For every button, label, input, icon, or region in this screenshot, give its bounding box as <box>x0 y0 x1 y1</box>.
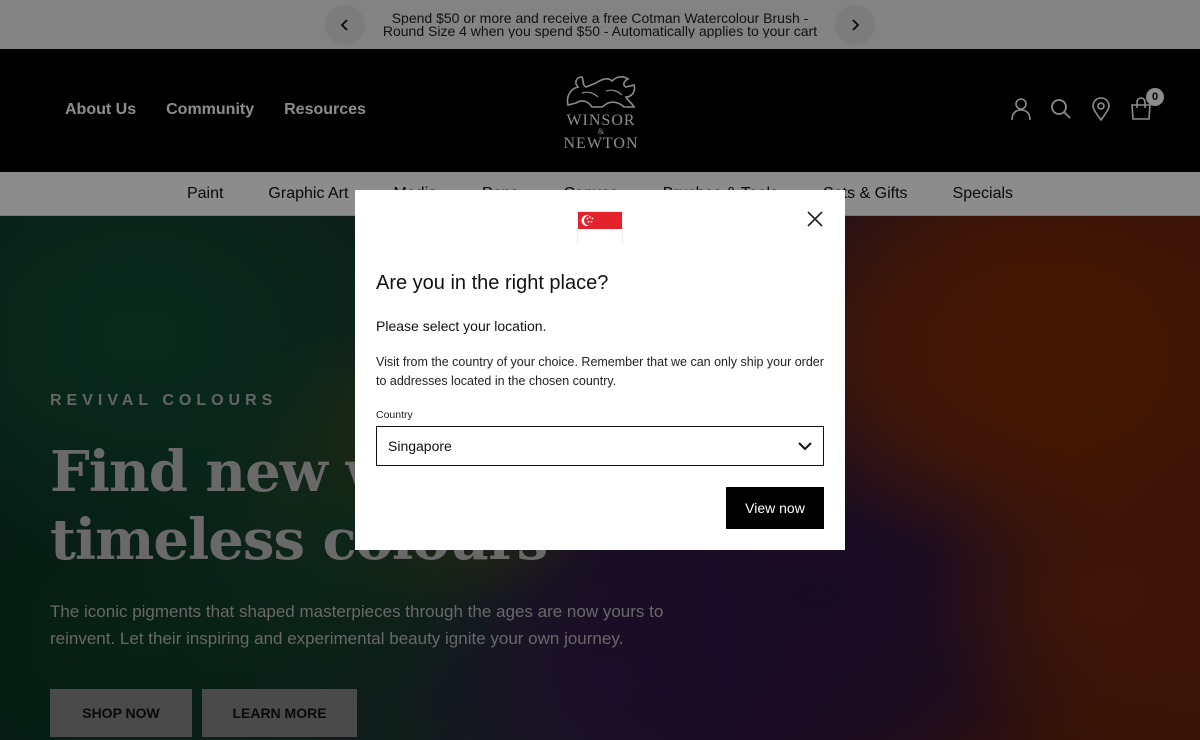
announcement-line-2: Round Size 4 when you spend $50 - Automa… <box>382 24 818 38</box>
announcement-next-button[interactable] <box>835 4 875 45</box>
account-icon[interactable] <box>1010 97 1032 121</box>
cart-icon[interactable]: 0 <box>1130 88 1164 121</box>
announcement-text[interactable]: Spend $50 or more and receive a free Cot… <box>365 12 835 38</box>
flag-red-band <box>578 212 622 229</box>
site-header: About Us Community Resources WINSOR & NE… <box>0 49 1200 172</box>
modal-subtitle: Please select your location. <box>376 318 547 334</box>
announcement-prev-button[interactable] <box>325 4 365 45</box>
chevron-right-icon <box>852 18 860 31</box>
brand-logo[interactable]: WINSOR & NEWTON <box>560 73 642 152</box>
view-now-button[interactable]: View now <box>726 487 824 529</box>
category-link-specials[interactable]: Specials <box>953 185 1013 203</box>
chevron-left-icon <box>340 18 348 31</box>
nav-link-community[interactable]: Community <box>166 101 254 119</box>
announcement-bar: Spend $50 or more and receive a free Cot… <box>0 0 1200 49</box>
shop-now-button[interactable]: SHOP NOW <box>50 689 192 737</box>
cart-count-badge: 0 <box>1146 88 1164 106</box>
nav-link-resources[interactable]: Resources <box>284 101 366 119</box>
country-select-value: Singapore <box>388 438 452 454</box>
location-modal: Are you in the right place? Please selec… <box>355 190 845 550</box>
close-icon <box>807 211 823 227</box>
announcement-line-1: Spend $50 or more and receive a free Cot… <box>391 11 809 25</box>
flag-white-band <box>578 229 622 245</box>
search-icon[interactable] <box>1050 97 1072 121</box>
store-locator-icon[interactable] <box>1090 97 1112 122</box>
category-link-graphic-art[interactable]: Graphic Art <box>268 185 348 203</box>
category-link-paint[interactable]: Paint <box>187 185 223 203</box>
griffin-logo-icon <box>566 76 636 108</box>
logo-word-newton: NEWTON <box>563 135 639 152</box>
header-icons: 0 <box>1010 88 1164 122</box>
header-nav: About Us Community Resources <box>65 101 366 119</box>
modal-description: Visit from the country of your choice. R… <box>376 355 824 388</box>
logo-word-winsor: WINSOR <box>566 112 636 129</box>
country-select[interactable]: Singapore <box>376 426 824 466</box>
learn-more-button[interactable]: LEARN MORE <box>202 689 357 737</box>
nav-link-about-us[interactable]: About Us <box>65 101 136 119</box>
hero-subtitle: The iconic pigments that shaped masterpi… <box>50 602 664 648</box>
close-modal-button[interactable] <box>805 209 825 229</box>
modal-title: Are you in the right place? <box>376 272 609 294</box>
hero-buttons: SHOP NOW LEARN MORE <box>50 689 357 737</box>
singapore-flag-icon <box>577 211 623 245</box>
chevron-down-icon <box>798 442 812 451</box>
country-label: Country <box>376 409 413 421</box>
